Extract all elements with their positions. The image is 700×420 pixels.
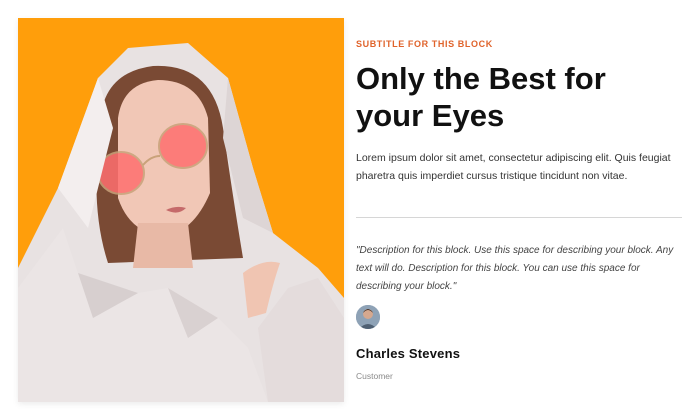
block-body: Lorem ipsum dolor sit amet, consectetur … [356, 152, 671, 182]
divider [356, 217, 682, 218]
avatar [356, 305, 380, 329]
hero-image [18, 18, 344, 402]
author-name: Charles Stevens [356, 346, 461, 361]
content-block: SUBTITLE FOR THIS BLOCK Only the Best fo… [0, 0, 700, 420]
author-role: Customer [356, 371, 393, 381]
block-subtitle: SUBTITLE FOR THIS BLOCK [356, 39, 493, 49]
block-title: Only the Best for your Eyes [356, 61, 606, 133]
testimonial-quote: "Description for this block. Use this sp… [356, 245, 674, 292]
